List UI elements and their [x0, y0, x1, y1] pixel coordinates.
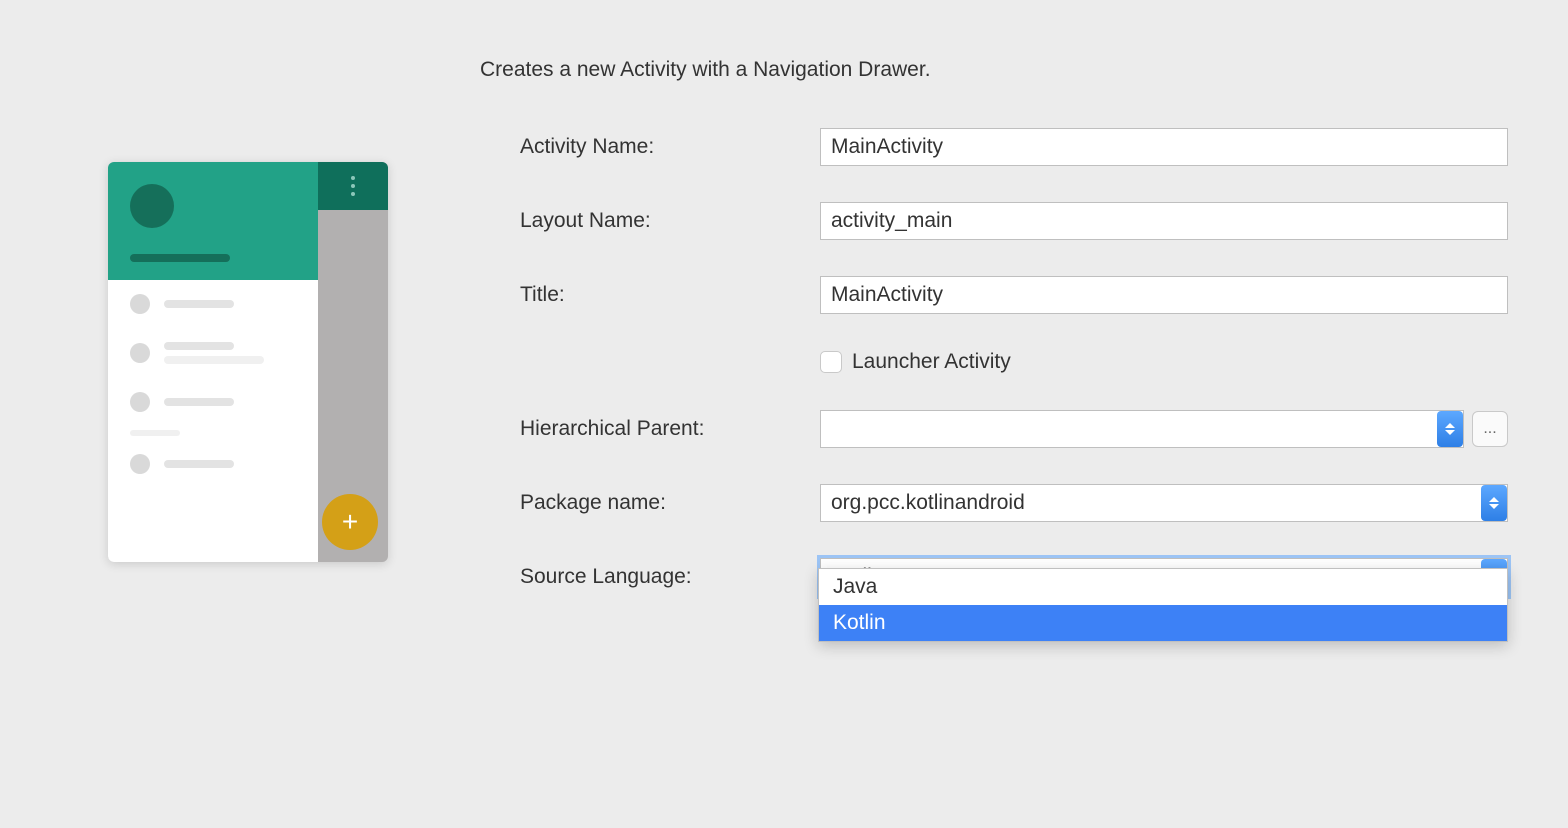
title-field[interactable]	[820, 276, 1508, 314]
preview-drawer	[108, 162, 318, 562]
package-name-label: Package name:	[520, 491, 820, 515]
source-language-option-java[interactable]: Java	[819, 569, 1507, 605]
launcher-activity-checkbox[interactable]	[820, 351, 842, 373]
dropdown-stepper-icon	[1481, 485, 1507, 521]
package-name-combo[interactable]: org.pcc.kotlinandroid	[820, 484, 1508, 522]
hierarchical-parent-label: Hierarchical Parent:	[520, 417, 820, 441]
avatar-icon	[130, 184, 174, 228]
dropdown-stepper-icon	[1437, 411, 1463, 447]
list-item	[108, 378, 318, 426]
preview-separator	[130, 430, 180, 436]
template-preview: +	[108, 162, 388, 562]
overflow-icon	[351, 176, 355, 196]
activity-name-label: Activity Name:	[520, 135, 820, 159]
title-label: Title:	[520, 283, 820, 307]
source-language-option-kotlin[interactable]: Kotlin	[819, 605, 1507, 641]
activity-name-field[interactable]	[820, 128, 1508, 166]
layout-name-label: Layout Name:	[520, 209, 820, 233]
fab-icon: +	[322, 494, 378, 550]
preview-name-placeholder	[130, 254, 230, 262]
list-item	[108, 328, 318, 378]
layout-name-field[interactable]	[820, 202, 1508, 240]
browse-button[interactable]: ...	[1472, 411, 1508, 447]
hierarchical-parent-combo[interactable]	[820, 410, 1464, 448]
wizard-description: Creates a new Activity with a Navigation…	[480, 58, 931, 82]
list-item	[108, 440, 318, 488]
source-language-label: Source Language:	[520, 565, 820, 589]
list-item	[108, 280, 318, 328]
wizard-form: Activity Name: Layout Name: Title: Launc…	[520, 128, 1508, 632]
preview-appbar	[318, 162, 388, 210]
package-name-value: org.pcc.kotlinandroid	[831, 491, 1025, 515]
launcher-activity-label: Launcher Activity	[852, 350, 1011, 374]
source-language-dropdown: Java Kotlin	[818, 568, 1508, 642]
preview-drawer-header	[108, 162, 318, 280]
